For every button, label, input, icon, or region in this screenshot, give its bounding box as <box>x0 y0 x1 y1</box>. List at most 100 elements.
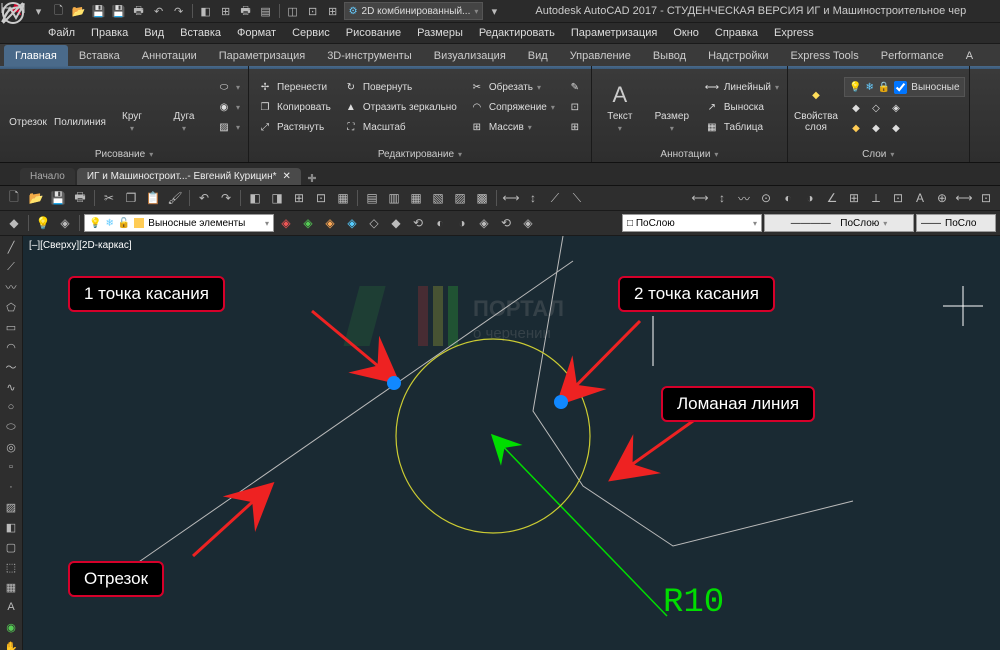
pal-arc-icon[interactable]: ◠ <box>2 338 20 356</box>
tb-btn[interactable]: ◑ <box>800 188 820 208</box>
tb-btn[interactable]: ⟲ <box>408 213 428 233</box>
tb-btn[interactable]: 〰 <box>734 188 754 208</box>
close-icon[interactable]: ✕ <box>283 171 291 182</box>
menu-window[interactable]: Окно <box>665 25 707 41</box>
tb-layer-icon[interactable]: 💡 <box>33 213 53 233</box>
pal-poly-icon[interactable]: ⬠ <box>2 298 20 316</box>
tb-open-icon[interactable]: 📂 <box>26 188 46 208</box>
tb-btn[interactable]: ◑ <box>452 213 472 233</box>
tab-output[interactable]: Вывод <box>642 45 697 66</box>
leaders-checkbox[interactable] <box>894 81 907 94</box>
draw-misc[interactable]: ⬭▾ <box>212 78 244 96</box>
tab-param[interactable]: Параметризация <box>208 45 316 66</box>
menu-file[interactable]: Файл <box>40 25 83 41</box>
linear-button[interactable]: ⟷Линейный▾ <box>700 78 783 96</box>
pal-spline-icon[interactable]: 〜 <box>2 358 20 376</box>
qat-new-icon[interactable]: 🗋 <box>50 2 68 20</box>
layer-dropdown[interactable]: 💡❄🔓 Выносные элементы ▾ <box>84 214 274 232</box>
tb-btn[interactable]: ▤ <box>362 188 382 208</box>
tb-btn[interactable]: ⊡ <box>311 188 331 208</box>
tb-save-icon[interactable]: 💾 <box>48 188 68 208</box>
layer-props-button[interactable]: ◆Свойства слоя <box>792 77 840 137</box>
line-button[interactable]: Отрезок <box>4 77 52 137</box>
menu-insert[interactable]: Вставка <box>172 25 229 41</box>
qat-print-icon[interactable]: 🖶 <box>130 2 148 20</box>
qat-print-icon[interactable]: 🖶 <box>237 2 255 20</box>
tb-btn[interactable]: ⟍ <box>567 188 587 208</box>
pal-point-icon[interactable]: · <box>2 478 20 496</box>
tb-redo-icon[interactable]: ↷ <box>216 188 236 208</box>
pal-region-icon[interactable]: ▢ <box>2 538 20 556</box>
tb-btn[interactable]: ◐ <box>778 188 798 208</box>
tb-btn[interactable]: ◈ <box>518 213 538 233</box>
tb-btn[interactable]: ⊕ <box>932 188 952 208</box>
tb-copy-icon[interactable]: ❐ <box>121 188 141 208</box>
tb-btn[interactable]: ⊞ <box>844 188 864 208</box>
qat-saveas-icon[interactable]: 💾 <box>110 2 128 20</box>
pal-table-icon[interactable]: ▦ <box>2 578 20 596</box>
pal-pline-icon[interactable]: 〰 <box>2 278 20 296</box>
menu-help[interactable]: Справка <box>707 25 766 41</box>
tb-btn[interactable]: ◐ <box>430 213 450 233</box>
tb-btn[interactable]: ▩ <box>472 188 492 208</box>
modify-misc[interactable]: ✎ <box>563 78 587 96</box>
tab-annot[interactable]: Аннотации <box>131 45 208 66</box>
tb-btn[interactable]: ⟷ <box>690 188 710 208</box>
tb-new-icon[interactable]: 🗋 <box>4 188 24 208</box>
menu-format[interactable]: Формат <box>229 25 284 41</box>
drawing-canvas[interactable]: [–][Сверху][2D-каркас] ПОРТАЛ о черчении <box>23 236 1000 650</box>
tab-addins[interactable]: Надстройки <box>697 45 779 66</box>
table-button[interactable]: ▦Таблица <box>700 118 783 136</box>
layer-tools[interactable]: ◆◇◈ <box>844 99 965 117</box>
qat-btn[interactable]: ◫ <box>284 2 302 20</box>
tb-btn[interactable]: Α <box>910 188 930 208</box>
menu-view[interactable]: Вид <box>136 25 172 41</box>
tb-btn[interactable]: ↕ <box>523 188 543 208</box>
pal-circle-icon[interactable]: ○ <box>2 398 20 416</box>
tb-print-icon[interactable]: 🖶 <box>70 188 90 208</box>
tab-3d[interactable]: 3D-инструменты <box>316 45 423 66</box>
dimension-button[interactable]: Размер▾ <box>648 77 696 137</box>
pal-xline-icon[interactable]: ⟋ <box>2 258 20 276</box>
pal-nav-icon[interactable]: ◉ <box>2 618 20 636</box>
lineweight-dropdown[interactable]: —— ПоСло <box>916 214 996 232</box>
array-button[interactable]: ⊞Массив▾ <box>465 118 559 136</box>
menu-tools[interactable]: Сервис <box>284 25 338 41</box>
qat-undo-icon[interactable]: ↶ <box>150 2 168 20</box>
tb-btn[interactable]: ⊡ <box>888 188 908 208</box>
tab-vis[interactable]: Визуализация <box>423 45 517 66</box>
draw-misc[interactable]: ◉▾ <box>212 98 244 116</box>
polyline-button[interactable]: Полилиния <box>56 77 104 137</box>
tb-btn[interactable]: ▧ <box>428 188 448 208</box>
color-dropdown[interactable]: □ ПоСлою▾ <box>622 214 762 232</box>
pal-donut-icon[interactable]: ◎ <box>2 438 20 456</box>
rotate-button[interactable]: ↻Повернуть <box>339 78 461 96</box>
tb-btn[interactable]: ◈ <box>342 213 362 233</box>
qat-btn[interactable]: ⊞ <box>324 2 342 20</box>
tb-btn[interactable]: ◆ <box>386 213 406 233</box>
tb-btn[interactable]: ⊞ <box>289 188 309 208</box>
tb-btn[interactable]: ⟷ <box>954 188 974 208</box>
tab-view[interactable]: Вид <box>517 45 559 66</box>
pal-block-icon[interactable]: ▫ <box>2 458 20 476</box>
tb-btn[interactable]: ⟂ <box>866 188 886 208</box>
tb-btn[interactable]: ▨ <box>450 188 470 208</box>
doctab-active[interactable]: ИГ и Машиностроит...- Евгений Курицин*✕ <box>77 168 301 185</box>
tab-express[interactable]: Express Tools <box>779 45 869 66</box>
tb-btn[interactable]: ▥ <box>384 188 404 208</box>
draw-misc[interactable]: ▨▾ <box>212 118 244 136</box>
pal-hatch-icon[interactable]: ▨ <box>2 498 20 516</box>
tb-match-icon[interactable]: 🖌 <box>165 188 185 208</box>
tb-btn[interactable]: ↕ <box>712 188 732 208</box>
qat-btn[interactable]: ⊡ <box>304 2 322 20</box>
pal-line-icon[interactable]: ╱ <box>2 238 20 256</box>
tab-insert[interactable]: Вставка <box>68 45 131 66</box>
tb-btn[interactable]: ◨ <box>267 188 287 208</box>
layer-selector[interactable]: 💡❄🔒 Выносные <box>844 77 965 97</box>
tb-layer-icon[interactable]: ◈ <box>55 213 75 233</box>
tb-btn[interactable]: ⟷ <box>501 188 521 208</box>
qat-btn[interactable]: ◧ <box>197 2 215 20</box>
arc-button[interactable]: Дуга▾ <box>160 77 208 137</box>
tb-btn[interactable]: ◈ <box>276 213 296 233</box>
tb-btn[interactable]: ◧ <box>245 188 265 208</box>
